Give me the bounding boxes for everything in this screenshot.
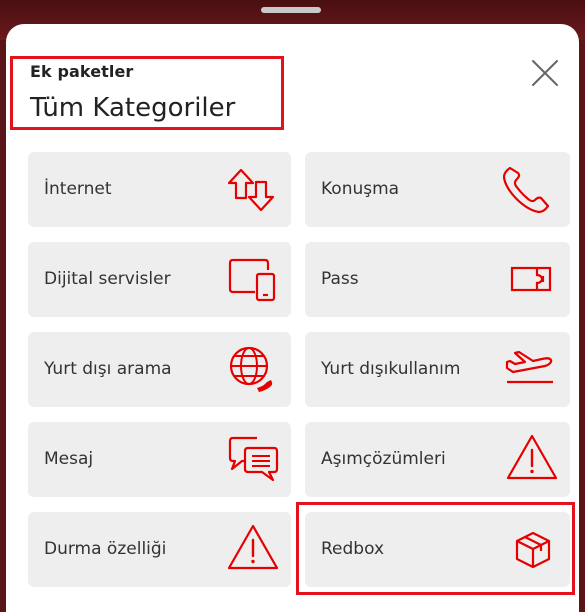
category-card-asim-cozumleri[interactable]: Aşım çözümleri — [305, 422, 570, 497]
globe-call-icon — [229, 346, 273, 392]
category-card-dijital-servisler[interactable]: Dijital servisler — [28, 242, 291, 317]
category-card-pass[interactable]: Pass — [305, 242, 570, 317]
phone-icon — [502, 166, 550, 214]
airplane-icon — [505, 350, 553, 384]
close-icon[interactable] — [530, 58, 560, 88]
category-label: Yurt dışı kullanım — [321, 332, 471, 407]
category-label: Mesaj — [44, 449, 94, 469]
category-label: Konuşma — [321, 179, 400, 199]
chat-bubbles-icon — [228, 436, 279, 482]
category-card-internet[interactable]: İnternet — [28, 152, 291, 227]
page-title: Tüm Kategoriler — [30, 93, 236, 123]
category-label: İnternet — [44, 179, 112, 199]
category-label: Yurt dışı arama — [44, 359, 172, 379]
category-card-konusma[interactable]: Konuşma — [305, 152, 570, 227]
devices-icon — [228, 258, 276, 302]
warning-icon — [506, 434, 558, 480]
category-label-line-2: çözümleri — [362, 449, 446, 469]
box-icon — [515, 531, 551, 569]
category-label: Redbox — [321, 539, 385, 559]
category-label: Aşım çözümleri — [321, 422, 471, 497]
category-card-durma-ozelligi[interactable]: Durma özelliği — [28, 512, 291, 587]
category-label: Dijital servisler — [44, 269, 171, 289]
category-card-yurt-disi-arama[interactable]: Yurt dışı arama — [28, 332, 291, 407]
sheet-eyebrow: Ek paketler — [30, 62, 134, 81]
category-label-line-1: Aşım — [321, 449, 363, 469]
ticket-pass-icon — [510, 266, 552, 292]
drag-handle[interactable] — [261, 7, 321, 13]
category-label: Pass — [321, 269, 359, 289]
warning-icon — [227, 524, 279, 570]
category-card-yurt-disi-kullanim[interactable]: Yurt dışı kullanım — [305, 332, 570, 407]
category-label: Durma özelliği — [44, 539, 167, 559]
category-card-mesaj[interactable]: Mesaj — [28, 422, 291, 497]
category-label-line-1: Yurt dışı — [321, 359, 389, 379]
category-label-line-2: kullanım — [388, 359, 461, 379]
data-transfer-arrows-icon — [227, 168, 275, 212]
category-card-redbox[interactable]: Redbox — [305, 512, 570, 587]
